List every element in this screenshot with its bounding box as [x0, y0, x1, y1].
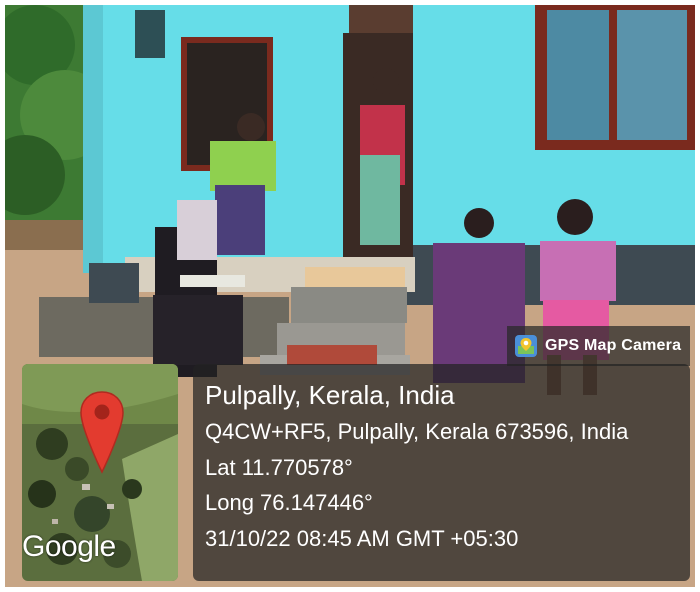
place-name: Pulpally, Kerala, India [205, 380, 455, 410]
badge-label: GPS Map Camera [545, 337, 682, 354]
location-pin-icon [80, 391, 124, 474]
gps-map-camera-badge: GPS Map Camera [507, 326, 690, 366]
map-pin-camera-icon [515, 335, 537, 357]
google-logo: Google [22, 530, 116, 563]
longitude-line: Long 76.147446° [205, 490, 373, 515]
map-thumbnail: Google [22, 364, 178, 581]
datetime-line: 31/10/22 08:45 AM GMT +05:30 [205, 525, 519, 551]
address-line: Q4CW+RF5, Pulpally, Kerala 673596, India [205, 419, 629, 444]
latitude-line: Lat 11.770578° [205, 454, 353, 480]
location-info-panel: Pulpally, Kerala, India Q4CW+RF5, Pulpal… [193, 364, 690, 581]
